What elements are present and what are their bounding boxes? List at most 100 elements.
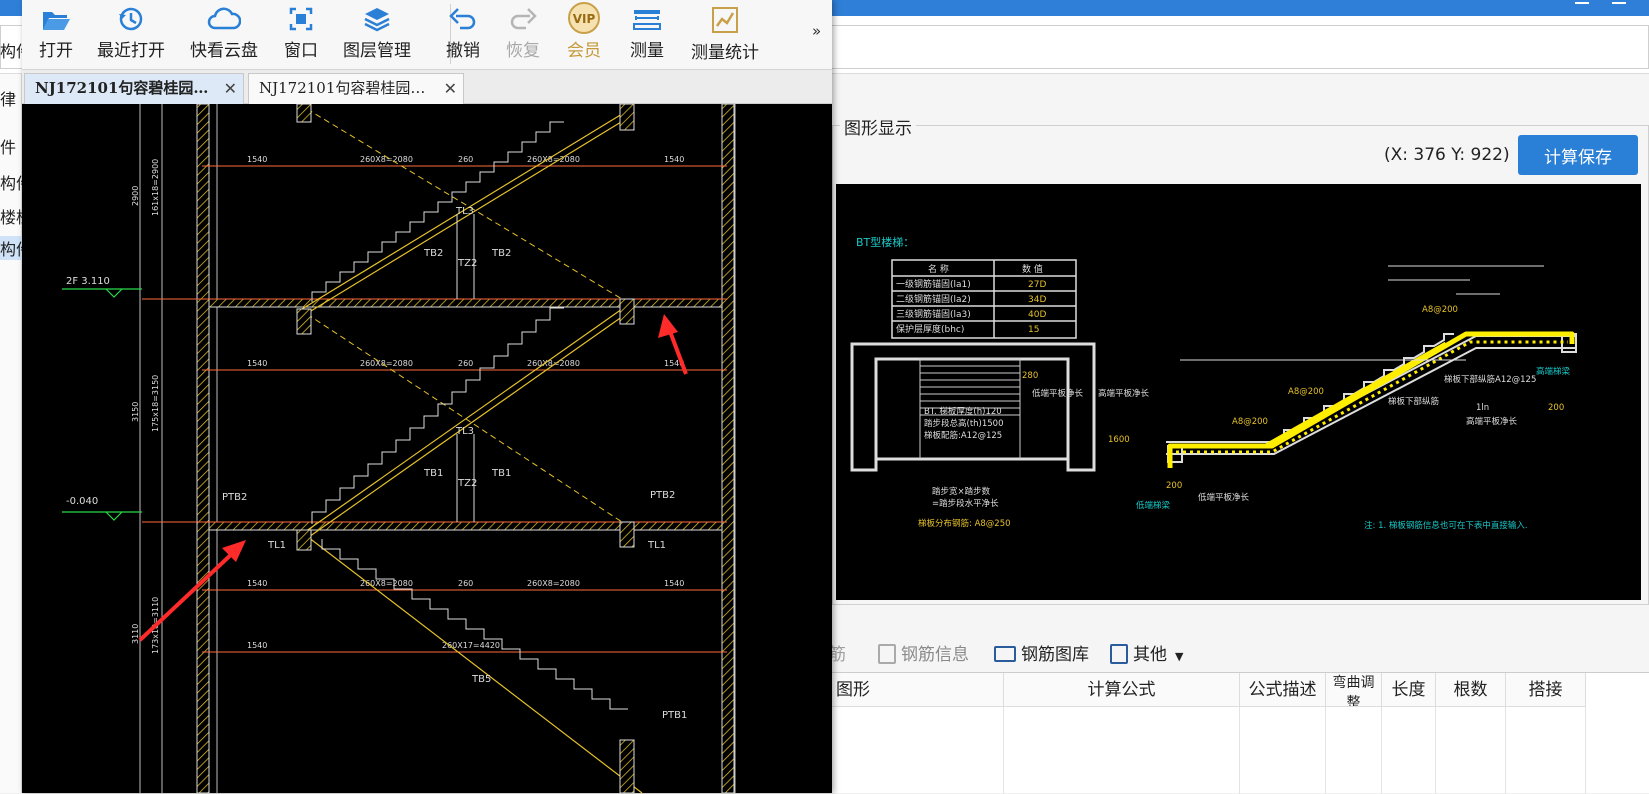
plan-label: 高端平板净长 [1098,388,1150,399]
table-cell: 二级钢筋锚固(la2) [896,293,971,305]
plan-label: =踏步段水平净长 [932,498,999,509]
plan-label: BT. 梯板厚度(h)120 [924,406,1002,417]
rebar-info-label: 钢筋信息 [901,645,969,665]
rail-item[interactable]: 楼梯 [0,204,22,228]
vdim-text: 161x18=2900 [151,159,160,216]
grid-header: 长度 [1382,673,1436,707]
other-menu-button[interactable]: 其他 ▼ [1110,640,1183,665]
dim-text: 260X17=4420 [442,641,500,650]
cad-label: TB5 [471,674,491,685]
cad-viewer-window: 打开 最近打开 快看云盘 窗口 图层管理 撤销 恢复 VIP 会员 测量 测量统… [22,0,832,793]
file-gear-icon [1110,644,1128,664]
rebar-lib-label: 钢筋图库 [1021,645,1089,665]
dim-text: 1540 [247,641,267,650]
level-label: 2F 3.110 [66,276,110,287]
rail-item[interactable]: 构件 [0,38,22,62]
section-label: 低端平板净长 [1198,492,1250,503]
vdim-text: 3110 [131,624,140,644]
layers-button[interactable]: 图层管理 [342,2,412,66]
window-label: 窗口 [284,41,318,61]
chevron-down-icon: ▼ [1175,650,1184,663]
measure-label: 测量 [630,41,664,61]
tab-document-2[interactable]: NJ172101句容碧桂园… ✕ [248,73,464,104]
plan-label: 低端平板净长 [1032,388,1084,399]
dim-text: 1540 [664,155,684,164]
section-label: 200 [1166,481,1182,491]
rebar-lib-button[interactable]: 钢筋图库 [994,640,1089,665]
section-label: 梯板下部纵筋 [1388,396,1439,407]
dim-text: 260 [458,359,473,368]
plan-label: 踏步宽×踏步数 [932,486,991,497]
cloud-label: 快看云盘 [190,41,258,61]
plan-label: 梯板配筋:A12@125 [924,430,1002,441]
minimize-icon[interactable] [1575,0,1589,4]
rail-item[interactable]: 构件 [0,170,22,194]
vdim-text: 3150 [131,402,140,422]
table-cell: 34D [1028,295,1046,305]
table-cell: 保护层厚度(bhc) [896,323,964,335]
maximize-icon[interactable] [1612,0,1626,4]
undo-label: 撤销 [446,41,480,61]
section-label: 低端梯梁 [1136,500,1171,511]
cad-label: TB1 [423,468,443,479]
dim-text: 1540 [247,579,267,588]
window-button[interactable]: 窗口 [282,2,320,66]
rail-item[interactable]: 件 [0,134,22,158]
document-icon [878,644,896,664]
redo-button[interactable]: 恢复 [504,2,542,66]
close-icon[interactable]: ✕ [444,74,457,103]
member-button[interactable]: VIP 会员 [564,2,604,66]
member-label: 会员 [567,41,601,61]
calc-save-button[interactable]: 计算保存 [1518,135,1638,175]
vdim-text: 175x18=3150 [151,375,160,432]
left-rail: 构件 律 件 构件 楼梯 构件 [0,42,22,793]
cad-label: PTB2 [650,490,675,501]
cad-label: PTB1 [662,710,687,721]
grid-header: 弯曲调整 [1326,673,1382,707]
table-cell: 40D [1028,310,1046,320]
cad-label: TL1 [267,540,286,551]
dim-text: 1540 [664,579,684,588]
cad-label: PTB2 [222,492,247,503]
undo-icon [449,8,476,30]
tab-label: NJ172101句容碧桂园… [35,79,209,97]
grid-header: 搭接 [1506,673,1586,707]
table-cell: 27D [1028,280,1046,290]
grid-header: 计算公式 [1004,673,1240,707]
measure-stats-button[interactable]: 测量统计 [690,2,760,66]
rail-item[interactable]: 律 [0,86,22,110]
dim-text: 260 [458,155,473,164]
plan-label: 1600 [1108,435,1130,445]
diagram-title: BT型楼梯： [856,235,914,249]
dim-text: 260X8=2080 [527,579,580,588]
vip-icon: VIP [568,2,600,34]
tab-document-1[interactable]: NJ172101句容碧桂园… ✕ [24,73,244,104]
open-button[interactable]: 打开 [36,2,76,66]
dim-text: 1540 [247,155,267,164]
undo-button[interactable]: 撤销 [444,2,482,66]
section-label: A8@200 [1422,305,1458,315]
cad-drawing-canvas[interactable]: 1540 260X8=2080 260 260X8=2080 1540 1540… [22,104,832,793]
plan-label: 梯板分布钢筋: A8@250 [918,518,1011,529]
plan-label: 280 [1022,371,1038,381]
rebar-info-button[interactable]: 钢筋信息 [878,640,969,665]
rebar-grid: 图形 计算公式 公式描述 弯曲调整 长度 根数 搭接 [832,672,1649,794]
rail-item-selected[interactable]: 构件 [0,236,22,260]
recent-button[interactable]: 最近打开 [96,2,166,66]
cloud-icon [207,7,241,30]
section-label: 高端梯梁 [1536,366,1571,377]
annotation-arrows [138,314,688,642]
folder-open-icon [43,12,70,30]
rebar-toolbar: 配筋 钢筋信息 钢筋图库 其他▼ [812,632,1649,672]
measure-button[interactable]: 测量 [628,2,666,66]
main-toolbar: 打开 最近打开 快看云盘 窗口 图层管理 撤销 恢复 VIP 会员 测量 测量统… [22,0,832,70]
cloud-button[interactable]: 快看云盘 [190,2,258,66]
cad-label: TB1 [491,468,511,479]
cad-label: TZ2 [457,478,477,489]
table-cell: 三级钢筋锚固(la3) [896,308,971,320]
table-cell: 一级钢筋锚固(la1) [896,278,971,290]
more-tools-button[interactable]: » [812,22,821,40]
close-icon[interactable]: ✕ [224,74,237,103]
library-icon [994,646,1016,662]
section-label: 高端平板净长 [1466,416,1518,427]
